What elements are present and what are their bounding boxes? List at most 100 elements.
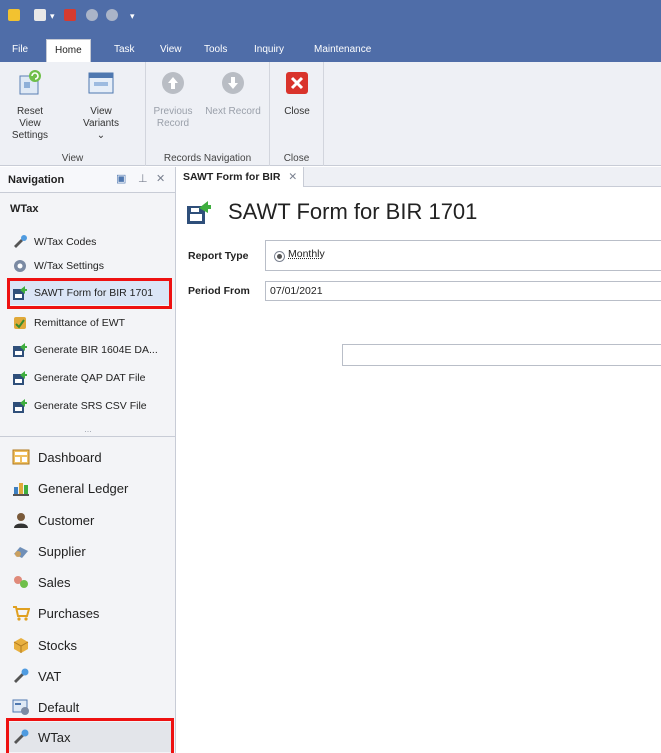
more-indicator[interactable]: ... <box>0 424 176 434</box>
view-variants-chevron-icon: ⌄ <box>72 130 130 142</box>
sales-icon <box>12 573 30 591</box>
close-pane-icon[interactable]: ✕ <box>156 172 165 185</box>
module-sales[interactable]: Sales <box>8 567 172 597</box>
empty-text-field[interactable] <box>342 344 661 366</box>
document-tab-strip: SAWT Form for BIR ✕ <box>177 167 661 187</box>
nav-item-generate-bir-1604e[interactable]: Generate BIR 1604E DA... <box>8 338 172 362</box>
tab-file[interactable]: File <box>4 39 36 62</box>
nav-item-wtax-codes[interactable]: W/Tax Codes <box>8 230 172 254</box>
close-button[interactable]: Close <box>276 68 318 118</box>
nav-divider <box>0 436 176 437</box>
close-group: Close Close <box>270 62 324 166</box>
nav-item-wtax-settings[interactable]: W/Tax Settings <box>8 254 172 278</box>
module-label: Dashboard <box>38 450 102 465</box>
form-export-icon <box>186 199 212 225</box>
new-document-icon[interactable] <box>34 9 46 21</box>
next-record-button[interactable]: Next Record <box>202 68 264 118</box>
customer-icon <box>12 511 30 529</box>
nav-item-label: W/Tax Settings <box>34 260 104 272</box>
highlight-wtax-module <box>6 718 174 753</box>
reset-view-icon <box>15 68 45 98</box>
module-customer[interactable]: Customer <box>8 505 172 535</box>
previous-record-label: Previous Record <box>152 106 194 130</box>
report-type-label: Report Type <box>188 250 248 262</box>
form-export-icon <box>12 370 28 386</box>
round-button-icon[interactable] <box>86 9 98 21</box>
module-vat[interactable]: VAT <box>8 661 172 691</box>
module-general-ledger[interactable]: General Ledger <box>8 473 172 503</box>
close-icon <box>282 68 312 98</box>
report-type-field[interactable]: Monthly <box>265 240 661 271</box>
remittance-icon <box>12 315 28 331</box>
document-tab-label: SAWT Form for BIR <box>183 168 280 187</box>
module-label: Customer <box>38 513 94 528</box>
nav-item-generate-srs[interactable]: Generate SRS CSV File <box>8 394 172 418</box>
monthly-radio-label[interactable]: Monthly <box>288 248 325 260</box>
nav-item-label: Generate BIR 1604E DA... <box>34 344 158 356</box>
previous-record-button[interactable]: Previous Record <box>152 68 194 130</box>
tab-task[interactable]: Task <box>106 39 143 62</box>
window-menu-icon[interactable]: ▣ <box>116 172 126 185</box>
purchases-icon <box>12 604 30 622</box>
nav-item-remittance-ewt[interactable]: Remittance of EWT <box>8 311 172 335</box>
module-stocks[interactable]: Stocks <box>8 630 172 660</box>
vat-icon <box>12 667 30 685</box>
ledger-icon <box>12 479 30 497</box>
records-navigation-group: Previous Record Next Record Records Navi… <box>146 62 270 166</box>
document-tab-sawt[interactable]: SAWT Form for BIR ✕ <box>177 167 304 187</box>
highlight-sawt-form <box>7 278 172 309</box>
next-record-label: Next Record <box>202 106 264 118</box>
close-tab-icon[interactable]: ✕ <box>288 168 297 187</box>
round-button-icon-2[interactable] <box>106 9 118 21</box>
reset-view-settings-label: Reset View Settings <box>6 106 54 142</box>
period-from-label: Period From <box>188 285 250 297</box>
period-from-input[interactable]: 07/01/2021 <box>265 281 661 301</box>
navigation-section-header: WTax <box>0 193 175 223</box>
module-label: Sales <box>38 575 71 590</box>
nav-item-label: W/Tax Codes <box>34 236 96 248</box>
page-title: SAWT Form for BIR 1701 <box>228 199 477 225</box>
customize-toolbar-icon[interactable]: ▾ <box>130 11 135 22</box>
reset-view-settings-button[interactable]: Reset View Settings <box>6 68 54 142</box>
default-icon <box>12 698 30 716</box>
view-variants-button[interactable]: View Variants ⌄ <box>72 68 130 142</box>
nav-item-label: Generate QAP DAT File <box>34 372 145 384</box>
ribbon-tabs: File Home Task View Tools Inquiry Mainte… <box>0 34 661 62</box>
monthly-radio[interactable] <box>274 251 285 262</box>
module-label: Default <box>38 700 79 715</box>
module-label: Supplier <box>38 544 86 559</box>
nav-item-label: Remittance of EWT <box>34 317 125 329</box>
period-from-value: 07/01/2021 <box>270 285 323 297</box>
pin-icon[interactable]: ⊥ <box>138 172 148 185</box>
module-label: Purchases <box>38 606 99 621</box>
wtax-codes-icon <box>12 234 28 250</box>
view-variants-icon <box>86 68 116 98</box>
view-group-label: View <box>0 153 145 164</box>
tab-inquiry[interactable]: Inquiry <box>246 39 292 62</box>
close-label: Close <box>276 106 318 118</box>
nav-item-label: Generate SRS CSV File <box>34 400 147 412</box>
tab-maintenance[interactable]: Maintenance <box>306 39 379 62</box>
records-navigation-group-label: Records Navigation <box>146 153 269 164</box>
tab-tools[interactable]: Tools <box>196 39 235 62</box>
pdf-icon[interactable] <box>64 9 76 21</box>
module-supplier[interactable]: Supplier <box>8 536 172 566</box>
title-bar: ▾ ▾ <box>0 0 661 34</box>
module-purchases[interactable]: Purchases <box>8 598 172 628</box>
app-icon <box>8 9 20 21</box>
section-title: WTax <box>10 203 39 215</box>
arrow-down-icon <box>218 68 248 98</box>
settings-icon <box>12 258 28 274</box>
tab-view[interactable]: View <box>152 39 190 62</box>
module-label: VAT <box>38 669 61 684</box>
navigation-header: Navigation ▣ ⊥ ✕ <box>0 167 175 193</box>
arrow-up-icon <box>158 68 188 98</box>
nav-item-generate-qap[interactable]: Generate QAP DAT File <box>8 366 172 390</box>
view-group: Reset View Settings View Variants ⌄ View <box>0 62 146 166</box>
ribbon: Reset View Settings View Variants ⌄ View… <box>0 62 661 166</box>
dropdown-caret-icon[interactable]: ▾ <box>50 11 55 22</box>
supplier-icon <box>12 542 30 560</box>
form-header: SAWT Form for BIR 1701 <box>186 192 477 232</box>
module-dashboard[interactable]: Dashboard <box>8 442 172 472</box>
tab-home[interactable]: Home <box>46 39 91 62</box>
